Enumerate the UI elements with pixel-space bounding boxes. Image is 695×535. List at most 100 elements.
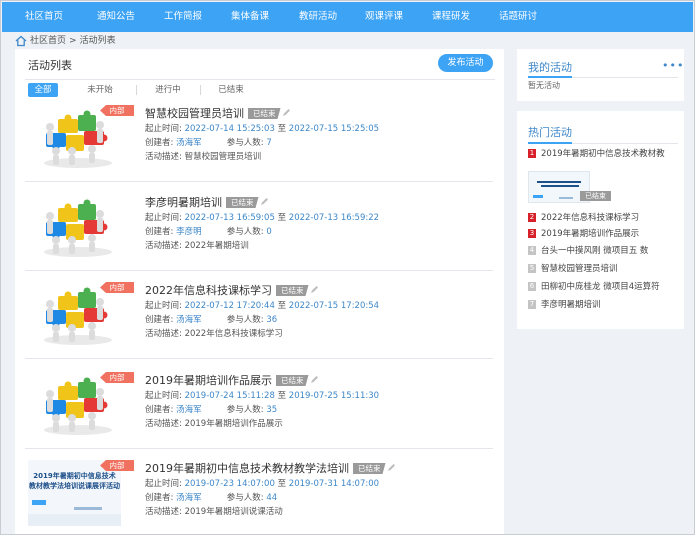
participants-count: 0 xyxy=(266,227,272,237)
pencil-icon[interactable] xyxy=(310,375,319,384)
tab-divider xyxy=(136,85,137,95)
activity-item[interactable]: 内部 2019年暑期培训作品展示 已结束 起止时间: 2019-07-24 15:… xyxy=(25,372,493,456)
participants-label: 参与人数: xyxy=(226,405,264,415)
description-text: 2019年暑期培训作品展示 xyxy=(184,419,283,429)
internal-badge: 内部 xyxy=(100,372,134,383)
activity-title[interactable]: 李彦明暑期培训 已结束 xyxy=(145,194,269,210)
more-icon[interactable]: ••• xyxy=(662,59,684,72)
activity-thumbnail[interactable] xyxy=(28,194,121,260)
empty-message: 暂无活动 xyxy=(528,81,560,90)
publish-activity-button[interactable]: 发布活动 xyxy=(438,54,493,72)
nav-notices[interactable]: 通知公告 xyxy=(86,2,146,32)
pencil-icon[interactable] xyxy=(310,285,319,294)
creator-name[interactable]: 汤海军 xyxy=(176,313,224,325)
hot-activity-item[interactable]: 1 2019年暑期初中信息技术教材教 xyxy=(528,147,665,159)
time-label: 起止时间: xyxy=(145,124,182,134)
activity-item[interactable]: 李彦明暑期培训 已结束 起止时间: 2022-07-13 16:59:05 至 2… xyxy=(25,194,493,278)
pencil-icon[interactable] xyxy=(387,463,396,472)
status-badge: 已结束 xyxy=(353,463,386,474)
tab-all[interactable]: 全部 xyxy=(28,83,58,97)
hot-activity-item[interactable]: 7 李彦明暑期培训 xyxy=(528,298,601,310)
nav-briefing[interactable]: 工作简报 xyxy=(153,2,213,32)
hot-activity-label[interactable]: 2019年暑期初中信息技术教材教 xyxy=(541,147,665,159)
activity-title[interactable]: 2019年暑期初中信息技术教材教学法培训 已结束 xyxy=(145,460,396,476)
participants-count: 36 xyxy=(266,315,278,325)
tab-ended[interactable]: 已结束 xyxy=(216,83,246,97)
status-badge: 已结束 xyxy=(276,375,309,386)
hot-activity-label[interactable]: 2019年暑期培训作品展示 xyxy=(541,227,639,239)
activity-title-text[interactable]: 李彦明暑期培训 xyxy=(145,196,222,209)
activity-time: 起止时间: 2022-07-12 17:20:44 至 2022-07-15 1… xyxy=(145,299,379,311)
nav-home[interactable]: 社区首页 xyxy=(14,2,74,32)
tab-not-started[interactable]: 未开始 xyxy=(84,83,116,97)
time-to: 至 xyxy=(277,479,287,489)
description-text: 2022年暑期培训 xyxy=(184,241,249,251)
status-badge: 已结束 xyxy=(248,108,281,119)
time-to: 至 xyxy=(277,124,287,134)
nav-curriculum[interactable]: 课程研发 xyxy=(421,2,481,32)
hot-activity-item[interactable]: 4 台头一中摸风刚 微项目五 数 xyxy=(528,244,648,256)
creator-name[interactable]: 汤海军 xyxy=(176,136,224,148)
activity-item[interactable]: 内部 智慧校园管理员培训 已结束 起止时间: 2022-07-14 15:25:0… xyxy=(25,105,493,189)
activity-time: 起止时间: 2019-07-24 15:11:28 至 2019-07-25 1… xyxy=(145,389,379,401)
activity-title-text[interactable]: 2019年暑期初中信息技术教材教学法培训 xyxy=(145,462,349,475)
hot-activity-item[interactable]: 3 2019年暑期培训作品展示 xyxy=(528,227,639,239)
rank-badge: 4 xyxy=(528,245,536,255)
activity-item[interactable]: 内部 2022年信息科技课标学习 已结束 起止时间: 2022-07-12 17:… xyxy=(25,282,493,366)
rank-badge: 5 xyxy=(528,263,536,273)
activity-title-text[interactable]: 2022年信息科技课标学习 xyxy=(145,284,272,297)
tab-in-progress[interactable]: 进行中 xyxy=(153,83,183,97)
rank-badge: 7 xyxy=(528,299,536,309)
activity-item[interactable]: 2019年暑期初中信息技术 教材教学法培训说课展评活动 内部 2019年暑期初中… xyxy=(28,460,493,534)
hot-activity-item[interactable]: 6 田柳初中庞桂龙 微项目4运算符 xyxy=(528,280,660,292)
nav-lesson-prep[interactable]: 集体备课 xyxy=(220,2,280,32)
activity-title-text[interactable]: 2019年暑期培训作品展示 xyxy=(145,374,272,387)
puzzle-thumbnail xyxy=(28,194,121,260)
hot-activity-label[interactable]: 台头一中摸风刚 微项目五 数 xyxy=(541,244,648,256)
pencil-icon[interactable] xyxy=(282,108,291,117)
creator-name[interactable]: 汤海军 xyxy=(176,491,224,503)
breadcrumb-home[interactable]: 社区首页 xyxy=(30,34,66,48)
rank-badge: 6 xyxy=(528,281,536,291)
creator-name[interactable]: 李彦明 xyxy=(176,225,224,237)
nav-observation[interactable]: 观课评课 xyxy=(354,2,414,32)
participants-label: 参与人数: xyxy=(226,227,264,237)
participants-label: 参与人数: xyxy=(226,315,264,325)
activity-time: 起止时间: 2022-07-13 16:59:05 至 2022-07-13 1… xyxy=(145,211,379,223)
home-icon[interactable] xyxy=(15,35,27,47)
description-text: 2019年暑期培训说课活动 xyxy=(184,507,283,517)
breadcrumb: 社区首页 > 活动列表 xyxy=(15,34,116,48)
activity-title[interactable]: 智慧校园管理员培训 已结束 xyxy=(145,105,291,121)
hot-activity-item[interactable]: 5 智慧校园管理员培训 xyxy=(528,262,618,274)
hot-activity-label[interactable]: 2022年信息科技课标学习 xyxy=(541,211,639,223)
pencil-icon[interactable] xyxy=(260,197,269,206)
activity-description: 活动描述: 2019年暑期培训作品展示 xyxy=(145,417,283,429)
activity-title[interactable]: 2019年暑期培训作品展示 已结束 xyxy=(145,372,319,388)
nav-topics[interactable]: 话题研讨 xyxy=(488,2,548,32)
activity-title-text[interactable]: 智慧校园管理员培训 xyxy=(145,107,244,120)
nav-research[interactable]: 教研活动 xyxy=(288,2,348,32)
breadcrumb-current: 活动列表 xyxy=(79,36,116,46)
hot-activity-label[interactable]: 李彦明暑期培训 xyxy=(541,298,601,310)
poster-title: 2019年暑期初中信息技术 xyxy=(33,471,115,480)
activity-meta: 创建者: 李彦明 参与人数: 0 xyxy=(145,225,272,237)
activity-title[interactable]: 2022年信息科技课标学习 已结束 xyxy=(145,282,319,298)
end-time: 2019-07-25 15:11:30 xyxy=(288,391,380,401)
start-time: 2022-07-12 17:20:44 xyxy=(184,301,275,311)
time-to: 至 xyxy=(277,213,287,223)
participants-count: 44 xyxy=(266,493,278,503)
start-time: 2019-07-23 14:07:00 xyxy=(184,479,275,489)
description-label: 活动描述: xyxy=(145,419,182,429)
top-nav: 社区首页 通知公告 工作简报 集体备课 教研活动 观课评课 课程研发 话题研讨 xyxy=(2,2,693,32)
activity-description: 活动描述: 2022年信息科技课标学习 xyxy=(145,327,283,339)
hot-activity-label[interactable]: 智慧校园管理员培训 xyxy=(541,262,618,274)
creator-name[interactable]: 汤海军 xyxy=(176,403,224,415)
hot-activity-item[interactable]: 2 2022年信息科技课标学习 xyxy=(528,211,639,223)
divider xyxy=(25,79,495,80)
title-underline xyxy=(528,142,572,144)
filter-tabs: 全部 未开始 进行中 已结束 xyxy=(28,83,246,97)
hot-activity-label[interactable]: 田柳初中庞桂龙 微项目4运算符 xyxy=(541,280,660,292)
creator-label: 创建者: xyxy=(145,405,174,415)
status-badge: 已结束 xyxy=(226,197,259,208)
creator-label: 创建者: xyxy=(145,138,174,148)
